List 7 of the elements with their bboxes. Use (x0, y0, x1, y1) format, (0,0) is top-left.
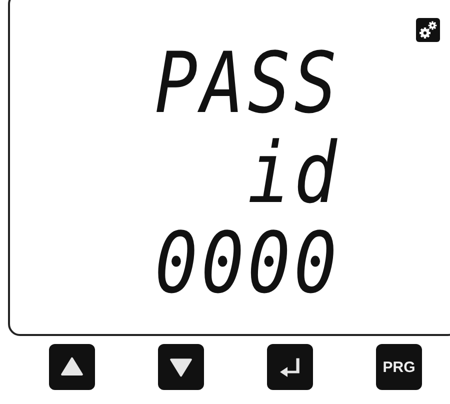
down-button[interactable] (158, 344, 204, 390)
lcd-readout: PASS (154, 38, 340, 128)
up-button[interactable] (49, 344, 95, 390)
program-button[interactable]: PRG (376, 344, 422, 390)
enter-button[interactable] (267, 344, 313, 390)
lcd-readout: id (247, 128, 340, 218)
lcd-readout: 0000 (154, 218, 340, 308)
